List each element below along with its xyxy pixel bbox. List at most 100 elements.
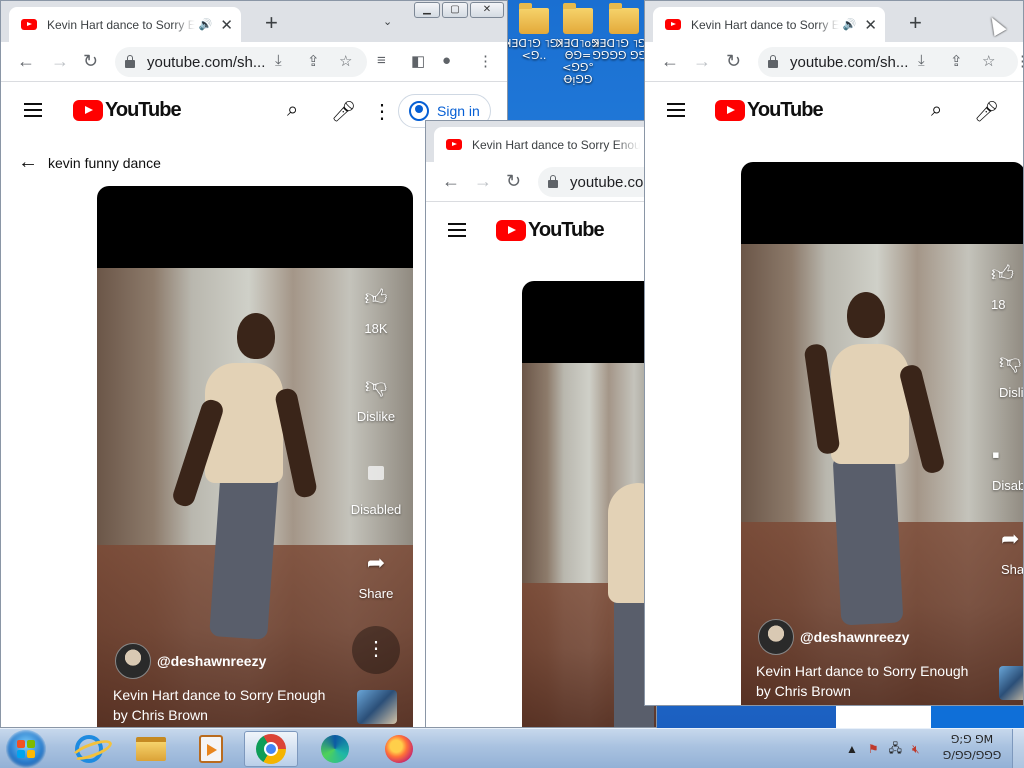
back-button[interactable]: ← [661, 50, 679, 72]
close-tab-icon[interactable]: ✕ [864, 16, 877, 34]
start-button[interactable] [6, 730, 46, 768]
address-bar[interactable]: youtube.com/sh... [758, 47, 1018, 77]
youtube-wordmark: YouTube [528, 219, 605, 241]
channel-name[interactable]: @deshawnreezy [800, 629, 909, 645]
forward-button[interactable]: → [51, 50, 69, 72]
sound-thumbnail[interactable] [357, 690, 397, 724]
file-explorer-icon [136, 737, 166, 761]
close-tab-icon[interactable]: ✕ [220, 16, 233, 34]
shorts-player[interactable] [522, 281, 656, 727]
bookmark-star-icon[interactable]: ☆ [339, 52, 352, 70]
back-button[interactable]: ← [442, 170, 460, 192]
chrome-menu-icon[interactable]: ⋮ [1015, 52, 1023, 70]
dislike-button[interactable]: 👎︎ Disli [999, 348, 1023, 400]
dislike-label: Dislike [356, 409, 396, 424]
taskbar: ▲ ⚑ 🖧︎ 🔇︎ ꓨ;ꓨ ꓨM ꓨ/ꓨꓨ/ꓨꓨꓨ [0, 728, 1024, 768]
more-actions-button[interactable]: ⋮ [352, 626, 400, 674]
bookmark-star-icon[interactable]: ☆ [982, 52, 995, 70]
back-button[interactable]: ← [17, 50, 35, 72]
address-bar[interactable]: youtube.com/sh... [115, 47, 367, 77]
comments-button[interactable]: Disabled [341, 466, 411, 517]
microphone-icon[interactable]: 🎤︎ [974, 99, 999, 124]
channel-row[interactable]: @deshawnreezy [115, 643, 266, 679]
hamburger-menu-icon[interactable] [448, 223, 466, 237]
new-tab-button[interactable]: + [909, 10, 922, 36]
speaker-icon[interactable]: 🔊 [199, 18, 213, 31]
youtube-favicon-icon [665, 19, 681, 30]
hamburger-menu-icon[interactable] [24, 103, 42, 117]
side-panel-icon[interactable]: ◧ [411, 52, 425, 70]
share-page-icon[interactable]: ⇪ [307, 52, 320, 70]
like-button[interactable]: 👍︎ 18 [991, 260, 1023, 312]
search-icon[interactable]: ⌕ [287, 99, 298, 122]
close-window-button[interactable]: ✕ [470, 2, 504, 18]
comments-label: Disab [992, 478, 1024, 493]
browser-toolbar: ← → ↻ youtube.com/sh... ⤓ ⇪ ☆ ≡ ◧ ● ⋮ [1, 42, 507, 82]
window-controls: ▁ ▢ ✕ [412, 2, 504, 18]
profile-icon[interactable]: ● [442, 52, 451, 69]
share-button[interactable]: ➦ Sha [1001, 526, 1023, 577]
install-icon[interactable]: ⤓ [275, 52, 282, 69]
more-options-icon[interactable]: ⋮ [372, 99, 392, 124]
show-hidden-icons-icon[interactable]: ▲ [846, 742, 858, 756]
youtube-logo[interactable]: YouTube [715, 99, 824, 122]
chrome-menu-icon[interactable]: ⋮ [478, 52, 493, 70]
internet-explorer-icon [75, 735, 103, 763]
tab-title: Kevin Hart dance to Sorry Enough [691, 17, 839, 32]
shorts-player[interactable]: 👍︎ 18 👎︎ Disli ▪ Disab ➦ Sha @deshawnree… [741, 162, 1024, 705]
browser-tab[interactable]: Kevin Hart dance to Sorry Enough 🔊 [434, 127, 656, 162]
youtube-logo[interactable]: YouTube [73, 99, 182, 122]
browser-tab[interactable]: Kevin Hart dance to Sorry Enough 🔊 ✕ [9, 7, 241, 42]
network-icon[interactable]: 🖧︎ [889, 739, 902, 760]
address-bar[interactable]: youtube.com [538, 167, 656, 197]
channel-avatar[interactable] [115, 643, 151, 679]
reload-button[interactable]: ↻ [726, 50, 741, 72]
minimize-button[interactable]: ▁ [414, 2, 440, 18]
browser-tab[interactable]: Kevin Hart dance to Sorry Enough 🔊 ✕ [653, 7, 885, 42]
taskbar-file-explorer[interactable] [124, 731, 178, 767]
channel-name[interactable]: @deshawnreezy [157, 653, 266, 669]
maximize-button[interactable]: ▢ [442, 2, 468, 18]
taskbar-internet-explorer[interactable] [62, 731, 116, 767]
back-arrow-icon[interactable]: ← [18, 151, 38, 174]
like-button[interactable]: 👍︎ 18K [341, 284, 411, 336]
share-button[interactable]: ➦ Share [341, 550, 411, 601]
youtube-logo[interactable]: YouTube [496, 219, 605, 242]
account-icon [409, 101, 429, 121]
taskbar-chrome[interactable] [244, 731, 298, 767]
taskbar-media-player[interactable] [184, 731, 238, 767]
comment-icon: ▪ [992, 442, 1000, 467]
youtube-favicon-icon [21, 19, 37, 30]
media-control-icon[interactable]: ≡ [377, 52, 386, 69]
show-desktop-button[interactable] [1012, 729, 1024, 768]
taskbar-firefox[interactable] [372, 731, 426, 767]
taskbar-edge[interactable] [308, 731, 362, 767]
hamburger-menu-icon[interactable] [667, 103, 685, 117]
sound-thumbnail[interactable] [999, 666, 1023, 700]
forward-button[interactable]: → [474, 170, 492, 192]
sign-in-label: Sign in [437, 103, 480, 119]
tab-search-icon[interactable]: ⌄ [383, 15, 392, 28]
forward-button[interactable]: → [693, 50, 711, 72]
microphone-icon[interactable]: 🎤︎ [331, 99, 356, 124]
volume-muted-icon[interactable]: 🔇︎ [912, 742, 920, 757]
more-options-icon[interactable]: ⋮ [1015, 99, 1023, 124]
channel-avatar[interactable] [758, 619, 794, 655]
channel-row[interactable]: @deshawnreezy [758, 619, 909, 655]
comments-button[interactable]: ▪ Disab [992, 442, 1024, 493]
reload-button[interactable]: ↻ [83, 50, 98, 72]
dislike-button[interactable]: 👎︎ Dislike [341, 372, 411, 424]
youtube-play-icon [715, 100, 745, 121]
search-icon[interactable]: ⌕ [931, 99, 942, 122]
new-tab-button[interactable]: + [265, 10, 278, 36]
install-icon[interactable]: ⤓ [918, 52, 925, 69]
speaker-icon[interactable]: 🔊 [843, 18, 857, 31]
share-page-icon[interactable]: ⇪ [950, 52, 963, 70]
like-count: 18K [364, 321, 388, 336]
background-window-strip [931, 706, 1024, 728]
reload-button[interactable]: ↻ [506, 170, 521, 192]
shorts-player[interactable]: 👍︎ 18K 👎︎ Dislike Disabled ➦ Share ⋮ @de… [97, 186, 413, 727]
action-center-icon[interactable]: ⚑ [868, 742, 879, 756]
shorts-back-row[interactable]: ← kevin funny dance [18, 151, 161, 174]
system-clock[interactable]: ꓨ;ꓨ ꓨM ꓨ/ꓨꓨ/ꓨꓨꓨ [936, 732, 1008, 764]
